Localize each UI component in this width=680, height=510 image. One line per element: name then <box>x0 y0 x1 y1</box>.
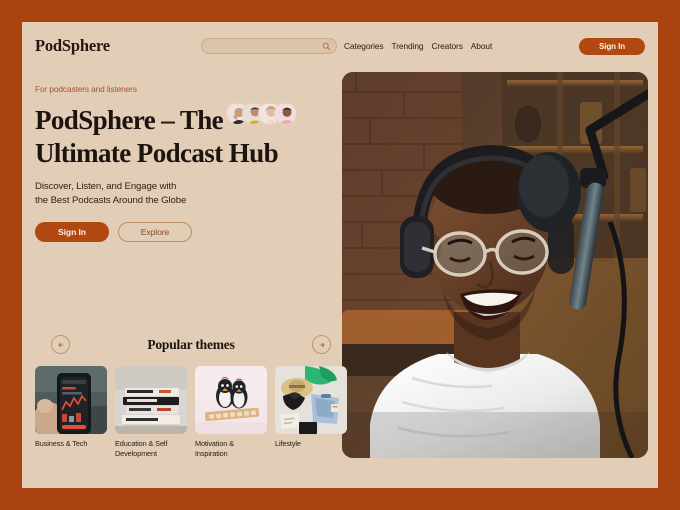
penguin-figurines-image <box>195 366 267 434</box>
hero-photo-illustration <box>342 72 648 458</box>
nav-item-categories[interactable]: Categories <box>344 41 384 51</box>
theme-thumbnail <box>115 366 187 434</box>
hero-eyebrow: For podcasters and listeners <box>35 84 137 94</box>
hero-sign-in-button[interactable]: Sign In <box>35 221 109 242</box>
theme-card[interactable]: Motivation & Inspiration <box>195 366 267 459</box>
phone-stock-chart-image <box>35 366 107 434</box>
hero-cta-row: Sign In Explore <box>35 221 347 242</box>
header-sign-in-button[interactable]: Sign In <box>579 38 645 55</box>
arrow-left-icon <box>58 342 63 347</box>
themes-title: Popular themes <box>147 337 235 352</box>
avatar-group <box>226 102 298 125</box>
travel-flatlay-image <box>275 366 347 434</box>
site-logo[interactable]: PodSphere <box>35 36 110 56</box>
hero-subhead-line2: the Best Podcasts Around the Globe <box>35 194 187 206</box>
nav-item-trending[interactable]: Trending <box>392 41 424 51</box>
search-bar[interactable] <box>201 38 337 54</box>
avatar <box>274 102 298 125</box>
theme-thumbnail <box>275 366 347 434</box>
popular-themes-section: Popular themes Business & Tech Education… <box>35 332 347 459</box>
hero-copy: For podcasters and listeners PodSphere –… <box>35 84 347 242</box>
nav-item-creators[interactable]: Creators <box>431 41 462 51</box>
theme-card[interactable]: Business & Tech <box>35 366 107 459</box>
search-input[interactable] <box>202 39 319 53</box>
theme-card[interactable]: Education & Self Development <box>115 366 187 459</box>
theme-card-label: Lifestyle <box>275 439 301 448</box>
search-icon[interactable] <box>319 39 333 53</box>
theme-thumbnail <box>35 366 107 434</box>
hero-explore-button[interactable]: Explore <box>118 221 192 242</box>
hero-subhead-line1: Discover, Listen, and Engage with <box>35 181 177 193</box>
hero-headline-line2: Ultimate Podcast Hub <box>35 137 279 168</box>
themes-carousel: Business & Tech Education & Self Develop… <box>35 366 347 459</box>
theme-card[interactable]: Lifestyle <box>275 366 347 459</box>
page-panel: PodSphere Categories Trending Creators A… <box>22 22 658 488</box>
themes-header: Popular themes <box>35 332 347 358</box>
hero-headline-line1: PodSphere – The <box>35 105 224 135</box>
carousel-next-button[interactable] <box>312 335 331 354</box>
theme-card-label: Motivation & Inspiration <box>195 439 234 458</box>
hero-image <box>342 72 648 458</box>
hero-headline: PodSphere – The Ultimate Podcast Hub <box>35 102 347 169</box>
hero-subhead: Discover, Listen, and Engage with the Be… <box>35 180 347 207</box>
theme-card-label: Education & Self Development <box>115 439 168 458</box>
nav-item-about[interactable]: About <box>471 41 492 51</box>
theme-thumbnail <box>195 366 267 434</box>
stack-of-books-image <box>115 366 187 434</box>
carousel-prev-button[interactable] <box>51 335 70 354</box>
arrow-right-icon <box>319 342 324 347</box>
theme-card-label: Business & Tech <box>35 439 88 448</box>
site-header: PodSphere Categories Trending Creators A… <box>22 22 658 76</box>
main-nav: Categories Trending Creators About <box>344 41 492 51</box>
